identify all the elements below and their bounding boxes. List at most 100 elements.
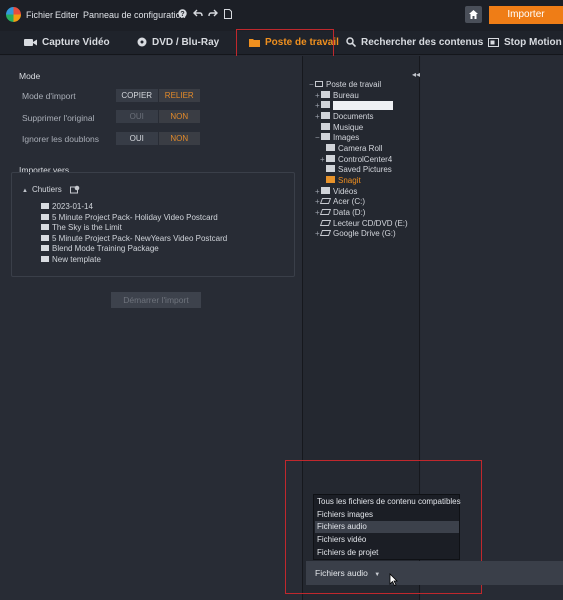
- drive-icon: [319, 208, 332, 215]
- folder-icon: [321, 112, 330, 120]
- mouse-cursor-icon: [389, 573, 398, 586]
- option-yes[interactable]: OUI: [116, 132, 158, 145]
- option-link[interactable]: RELIER: [158, 89, 200, 102]
- list-item[interactable]: The Sky is the Limit: [41, 223, 122, 232]
- delete-original-label: Supprimer l'original: [22, 113, 95, 123]
- highlight-box-tab: [236, 29, 334, 59]
- file-type-option[interactable]: Fichiers vidéo: [315, 534, 459, 546]
- tab-video-capture[interactable]: Capture Vidéo: [24, 31, 110, 55]
- svg-text:?: ?: [180, 11, 184, 18]
- drive-icon: [319, 197, 332, 204]
- start-import-button[interactable]: Démarrer l'import: [111, 292, 201, 308]
- tree-node-redacted[interactable]: [321, 101, 393, 111]
- file-type-option[interactable]: Tous les fichiers de contenu compatibles: [315, 496, 461, 508]
- home-button[interactable]: [465, 6, 482, 23]
- bins-settings-icon[interactable]: [69, 185, 80, 194]
- redaction-block: [333, 101, 393, 111]
- folder-icon: [326, 144, 335, 152]
- camera-icon: [24, 38, 37, 46]
- list-item[interactable]: New template: [41, 255, 101, 264]
- tree-node-drive-e[interactable]: Lecteur CD/DVD (E:): [319, 219, 408, 228]
- file-type-option[interactable]: Fichiers de projet: [315, 547, 459, 559]
- expand-toggle[interactable]: +: [315, 91, 320, 100]
- import-mode-toggle: COPIER RELIER: [116, 89, 200, 102]
- expand-toggle[interactable]: +: [315, 208, 320, 217]
- import-mode-label: Mode d'import: [22, 91, 76, 101]
- list-item[interactable]: 5 Minute Project Pack- NewYears Video Po…: [41, 234, 227, 243]
- tab-search-content[interactable]: Rechercher des contenus: [346, 31, 483, 55]
- collapse-panel-icon[interactable]: ◂◂: [412, 70, 420, 79]
- home-icon: [469, 10, 478, 19]
- tree-node-controlcenter4[interactable]: ControlCenter4: [326, 155, 392, 164]
- tab-label: Stop Motion: [504, 37, 562, 48]
- list-item[interactable]: 5 Minute Project Pack- Holiday Video Pos…: [41, 213, 218, 222]
- bins-root[interactable]: ▲ Chutiers: [22, 185, 80, 194]
- bins-label: Chutiers: [31, 185, 62, 194]
- expand-toggle[interactable]: +: [315, 229, 320, 238]
- tab-stop-motion[interactable]: Stop Motion: [488, 31, 562, 55]
- list-item[interactable]: 2023-01-14: [41, 202, 93, 211]
- option-no[interactable]: NON: [158, 110, 200, 123]
- folder-icon: [326, 165, 335, 173]
- menu-bar: Fichier Editer Panneau de configuration …: [0, 0, 563, 31]
- tree-node-desktop[interactable]: Bureau: [321, 91, 359, 100]
- folder-icon: [321, 133, 330, 141]
- menu-edit[interactable]: Editer: [55, 10, 79, 20]
- redo-icon[interactable]: [208, 9, 218, 21]
- tree-node-documents[interactable]: Documents: [321, 112, 373, 121]
- tree-node-drive-c[interactable]: Acer (C:): [319, 197, 365, 206]
- option-copy[interactable]: COPIER: [116, 89, 158, 102]
- tree-node-drive-g[interactable]: Google Drive (G:): [319, 229, 396, 238]
- tab-label: Capture Vidéo: [42, 37, 110, 48]
- option-yes[interactable]: OUI: [116, 110, 158, 123]
- tree-node-music[interactable]: Musique: [321, 123, 363, 132]
- folder-icon: [321, 187, 330, 195]
- bin-icon: [41, 202, 49, 209]
- tree-node-videos[interactable]: Vidéos: [321, 187, 357, 196]
- tree-node-snagit[interactable]: Snagit: [326, 176, 361, 185]
- stop-motion-icon: [488, 37, 499, 47]
- search-icon: [346, 37, 357, 48]
- file-type-option[interactable]: Fichiers images: [315, 509, 459, 521]
- expand-toggle[interactable]: +: [315, 101, 320, 110]
- tree-root[interactable]: Poste de travail: [315, 80, 381, 89]
- expand-toggle[interactable]: −: [309, 80, 314, 89]
- file-type-filter-bar: Fichiers audio ▼: [306, 561, 563, 585]
- file-type-dropdown-menu: Tous les fichiers de contenu compatibles…: [313, 494, 461, 560]
- undo-icon[interactable]: [193, 9, 203, 21]
- expand-toggle[interactable]: +: [315, 187, 320, 196]
- expand-toggle[interactable]: +: [315, 197, 320, 206]
- help-icon[interactable]: ?: [178, 9, 187, 21]
- document-icon[interactable]: [224, 9, 232, 22]
- bin-icon: [41, 234, 49, 241]
- bin-icon: [41, 255, 49, 262]
- delete-original-toggle: OUI NON: [116, 110, 200, 123]
- folder-icon: [326, 176, 335, 184]
- tree-node-pictures[interactable]: Images: [321, 133, 359, 142]
- file-type-current: Fichiers audio: [315, 568, 368, 578]
- folder-icon: [321, 91, 330, 99]
- ignore-duplicates-toggle: OUI NON: [116, 132, 200, 145]
- expand-toggle[interactable]: −: [315, 133, 320, 142]
- tree-node-drive-d[interactable]: Data (D:): [319, 208, 365, 217]
- file-type-option-selected[interactable]: Fichiers audio: [315, 521, 459, 533]
- app-logo-icon: [6, 7, 21, 22]
- menu-control-panel[interactable]: Panneau de configuration: [83, 10, 186, 20]
- bin-icon: [41, 244, 49, 251]
- mode-title: Mode: [19, 71, 41, 81]
- chevron-down-icon: ▼: [374, 572, 381, 578]
- list-item[interactable]: Blend Mode Training Package: [41, 244, 159, 253]
- option-no[interactable]: NON: [158, 132, 200, 145]
- drive-icon: [319, 229, 332, 236]
- tab-dvd-bluray[interactable]: DVD / Blu-Ray: [137, 31, 219, 55]
- expand-toggle[interactable]: +: [320, 155, 325, 164]
- import-button[interactable]: Importer: [489, 6, 563, 24]
- ignore-duplicates-label: Ignorer les doublons: [22, 134, 100, 144]
- file-type-select[interactable]: Fichiers audio ▼: [315, 568, 380, 578]
- expand-toggle[interactable]: +: [315, 112, 320, 121]
- computer-icon: [315, 80, 323, 87]
- menu-file[interactable]: Fichier: [26, 10, 53, 20]
- tab-label: DVD / Blu-Ray: [152, 37, 220, 48]
- tree-node-saved-pictures[interactable]: Saved Pictures: [326, 165, 392, 174]
- tree-node-camera-roll[interactable]: Camera Roll: [326, 144, 382, 153]
